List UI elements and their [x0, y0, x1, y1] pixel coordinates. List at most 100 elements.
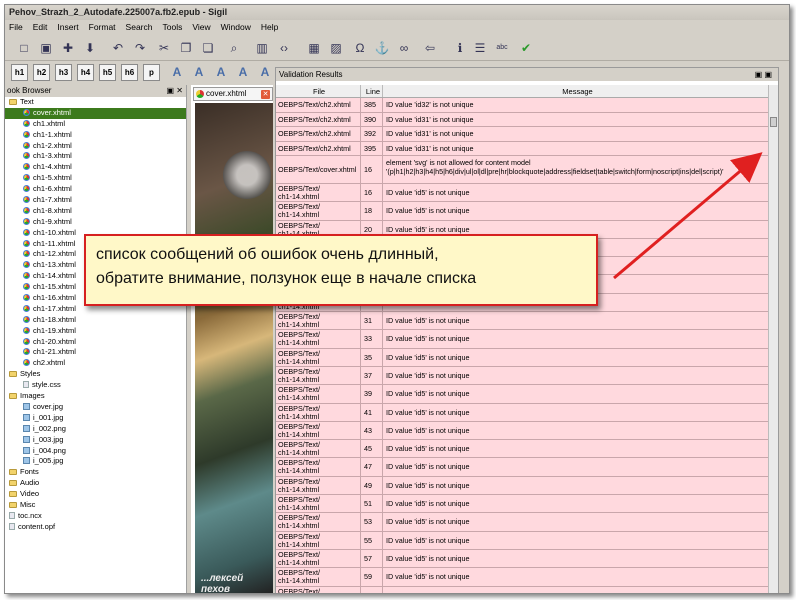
table-row[interactable]: OEBPS/Text/ch1-14.xhtml 51 ID value 'id5' … — [276, 495, 770, 514]
tree-item[interactable]: ch1-20.xhtml — [5, 337, 186, 348]
table-row[interactable]: OEBPS/Text/ch1-14.xhtml 33 ID value 'id5' … — [276, 330, 770, 349]
format-button-0[interactable]: A — [169, 64, 185, 81]
tree-item[interactable]: ch1-6.xhtml — [5, 184, 186, 195]
tree-item[interactable]: ch1-2.xhtml — [5, 141, 186, 152]
split-icon[interactable]: ▦ — [305, 39, 323, 57]
add-icon[interactable]: ✚ — [59, 39, 77, 57]
tree-item[interactable]: Images — [5, 391, 186, 402]
open-icon[interactable]: ▣ — [37, 39, 55, 57]
tree-item[interactable]: content.opf — [5, 522, 186, 533]
heading-button-h3[interactable]: h3 — [55, 64, 72, 81]
column-header-line[interactable]: Line — [361, 85, 383, 97]
tree-item[interactable]: ch1-18.xhtml — [5, 315, 186, 326]
table-row[interactable]: OEBPS/Text/ch1-14.xhtml 59 ID value 'id5' … — [276, 568, 770, 587]
special-char-icon[interactable]: Ω — [351, 39, 369, 57]
redo-icon[interactable]: ↷ — [131, 39, 149, 57]
close-tab-icon[interactable]: ✕ — [261, 90, 270, 99]
zoom-icon[interactable]: ⌕ — [225, 39, 243, 57]
table-row[interactable]: OEBPS/Text/ch1-14.xhtml 37 ID value 'id5' … — [276, 366, 770, 386]
undo-icon[interactable]: ↶ — [109, 39, 127, 57]
table-row[interactable]: OEBPS/Text/ch1-14.xhtml 35 ID value 'id5' … — [276, 348, 770, 367]
table-row[interactable]: OEBPS/Text/ch1-14.xhtml 41 ID value 'id5' … — [276, 403, 770, 422]
format-button-3[interactable]: A — [235, 64, 251, 81]
copy-icon[interactable]: ❐ — [177, 39, 195, 57]
tree-item[interactable]: Styles — [5, 369, 186, 380]
heading-button-p[interactable]: p — [143, 64, 160, 81]
menu-item-1[interactable]: Edit — [33, 22, 48, 32]
save-icon[interactable]: ⬇ — [81, 39, 99, 57]
table-row[interactable]: OEBPS/Text/ch2.xhtml 390 ID value 'id31' i… — [276, 112, 770, 127]
tree-item[interactable]: i_001.jpg — [5, 413, 186, 424]
table-row[interactable]: OEBPS/Text/ch1-14.xhtml 31 ID value 'id5' … — [276, 312, 770, 331]
menu-item-2[interactable]: Insert — [57, 22, 78, 32]
tree-item[interactable]: ch1-19.xhtml — [5, 326, 186, 337]
tree-item[interactable]: i_002.png — [5, 424, 186, 435]
back-icon[interactable]: ⇦ — [421, 39, 439, 57]
tree-item[interactable]: ch1-1.xhtml — [5, 130, 186, 141]
code-view-icon[interactable]: ‹› — [275, 39, 293, 57]
tree-item[interactable]: toc.ncx — [5, 511, 186, 522]
menu-item-6[interactable]: View — [192, 22, 210, 32]
format-button-4[interactable]: A — [257, 64, 273, 81]
table-row[interactable]: OEBPS/Text/ch1-14.xhtml 53 ID value 'id5' … — [276, 513, 770, 532]
scrollbar-thumb[interactable] — [770, 117, 777, 127]
menu-item-4[interactable]: Search — [126, 22, 153, 32]
panel-controls-icon[interactable]: ▣ ▣ — [755, 68, 772, 81]
table-row[interactable]: OEBPS/Text/ch1-14.xhtml 39 ID value 'id5' … — [276, 385, 770, 404]
table-row[interactable]: OEBPS/Text/ch2.xhtml 385 ID value 'id32' i… — [276, 98, 770, 113]
menu-item-8[interactable]: Help — [261, 22, 278, 32]
panel-float-close-icon[interactable]: ▣ ✕ — [167, 85, 183, 97]
table-row[interactable]: OEBPS/Text/ch1-14.xhtml 45 ID value 'id5' … — [276, 440, 770, 459]
tree-item[interactable]: Fonts — [5, 467, 186, 478]
table-row[interactable]: OEBPS/Text/ch1-14.xhtml 47 ID value 'id5' … — [276, 458, 770, 477]
format-button-1[interactable]: A — [191, 64, 207, 81]
image-icon[interactable]: ▨ — [327, 39, 345, 57]
heading-button-h2[interactable]: h2 — [33, 64, 50, 81]
spellcheck-icon[interactable]: abc — [493, 39, 511, 57]
heading-button-h1[interactable]: h1 — [11, 64, 28, 81]
link-icon[interactable]: ∞ — [395, 39, 413, 57]
tree-item[interactable]: ch2.xhtml — [5, 358, 186, 369]
tree-item[interactable]: ch1-8.xhtml — [5, 206, 186, 217]
anchor-icon[interactable]: ⚓ — [373, 39, 391, 57]
tree-item[interactable]: ch1.xhtml — [5, 119, 186, 130]
table-row[interactable]: OEBPS/Text/ch1-14.xhtml 55 ID value 'id5' … — [276, 531, 770, 550]
table-row[interactable]: OEBPS/Text/ch1-14.xhtml 43 ID value 'id5' … — [276, 421, 770, 441]
validate-icon[interactable]: ✔ — [517, 39, 535, 57]
tree-item[interactable]: ch1-7.xhtml — [5, 195, 186, 206]
tree-item[interactable]: i_005.jpg — [5, 456, 186, 467]
menu-item-7[interactable]: Window — [221, 22, 251, 32]
tree-item[interactable]: i_003.jpg — [5, 435, 186, 446]
tree-item[interactable]: Video — [5, 489, 186, 500]
tree-item[interactable]: cover.xhtml — [5, 107, 186, 119]
table-row[interactable]: OEBPS/Text/ch2.xhtml 392 ID value 'id31' i… — [276, 127, 770, 142]
table-row[interactable]: OEBPS/Text/ch2.xhtml 395 ID value 'id31' i… — [276, 141, 770, 156]
menu-item-0[interactable]: File — [9, 22, 23, 32]
tree-item[interactable]: Misc — [5, 500, 186, 511]
table-row[interactable]: OEBPS/Text/ch1-14.xhtml 49 ID value 'id5' … — [276, 476, 770, 496]
table-row[interactable]: OEBPS/Text/ch1-14.xhtml 18 ID value 'id5' … — [276, 202, 770, 221]
table-row[interactable]: OEBPS/Text/cover.xhtml 16 element 'svg' is… — [276, 156, 770, 184]
tree-item[interactable]: ch1-3.xhtml — [5, 151, 186, 162]
tree-item[interactable]: ch1-4.xhtml — [5, 162, 186, 173]
tree-item[interactable]: i_004.png — [5, 446, 186, 457]
heading-button-h4[interactable]: h4 — [77, 64, 94, 81]
table-row[interactable]: OEBPS/Text/ch1-14.xhtml 57 ID value 'id5' … — [276, 549, 770, 569]
menu-item-5[interactable]: Tools — [162, 22, 182, 32]
tree-item[interactable]: cover.jpg — [5, 402, 186, 413]
menu-item-3[interactable]: Format — [89, 22, 116, 32]
toc-icon[interactable]: ☰ — [471, 39, 489, 57]
paste-icon[interactable]: ❏ — [199, 39, 217, 57]
format-button-2[interactable]: A — [213, 64, 229, 81]
heading-button-h5[interactable]: h5 — [99, 64, 116, 81]
column-header-file[interactable]: File — [276, 85, 361, 97]
tree-item[interactable]: Text — [5, 97, 186, 108]
heading-button-h6[interactable]: h6 — [121, 64, 138, 81]
info-icon[interactable]: ℹ — [451, 39, 469, 57]
tree-item[interactable]: Audio — [5, 478, 186, 489]
column-header-message[interactable]: Message — [383, 85, 770, 97]
new-icon[interactable]: □ — [15, 39, 33, 57]
cut-icon[interactable]: ✂ — [155, 39, 173, 57]
tree-item[interactable]: ch1-21.xhtml — [5, 347, 186, 358]
tree-item[interactable]: style.css — [5, 380, 186, 391]
